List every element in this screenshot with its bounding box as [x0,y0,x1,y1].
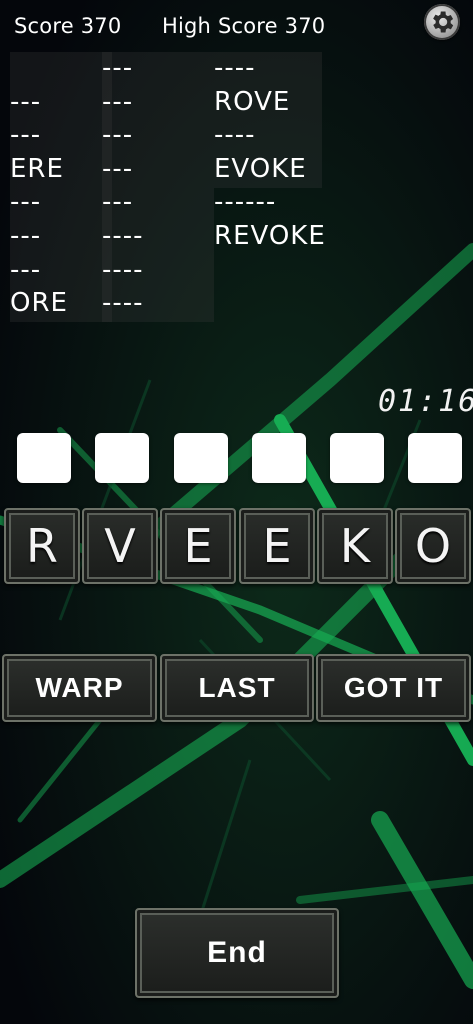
warp-button[interactable]: WARP [2,654,157,722]
word-slot: EVOKE [214,153,307,184]
word-column-2: --- --- --- --- --- ---- ---- ---- [102,52,214,322]
countdown-timer: 01:16 [378,384,473,419]
letter: V [104,519,136,573]
letter-tile[interactable]: V [82,508,158,584]
got-it-button[interactable]: GOT IT [316,654,471,722]
gear-icon [433,11,454,33]
word-slot: ---- [214,53,256,83]
letter: R [26,519,58,573]
word-slot: ORE [10,288,68,319]
answer-slot[interactable] [174,433,228,483]
letter-tile[interactable]: R [4,508,80,584]
word-slot: ---- [102,220,144,251]
word-slot: ROVE [214,86,291,117]
word-slot: --- [10,220,42,251]
word-slot: ---- [102,254,144,285]
letter: K [339,519,371,573]
letter: O [414,519,452,573]
letter-tile[interactable]: E [239,508,315,584]
score-label: Score 370 [14,14,122,38]
settings-button[interactable] [424,4,460,40]
word-slot: --- [10,120,42,151]
word-slot: REVOKE [214,220,326,251]
answer-slot[interactable] [95,433,149,483]
word-slot: --- [102,86,134,117]
word-slot: --- [102,120,134,151]
word-column-1: --- --- ERE --- --- --- ORE [10,52,112,322]
word-slot: --- [10,254,42,285]
answer-slot[interactable] [252,433,306,483]
word-slot: --- [102,53,134,83]
word-slot: ERE [10,153,64,184]
end-button[interactable]: End [135,908,339,998]
answer-slot[interactable] [330,433,384,483]
word-slot: --- [10,86,42,117]
word-slot: --- [102,153,134,184]
word-slot: --- [10,187,42,218]
word-column-3: ---- ROVE ---- EVOKE ------ REVOKE [214,52,325,251]
word-slot: ---- [102,288,144,319]
word-slot: --- [102,187,134,218]
answer-slot[interactable] [17,433,71,483]
letter-tile[interactable]: K [317,508,393,584]
letter-tile[interactable]: E [160,508,236,584]
answer-slot[interactable] [408,433,462,483]
word-slot [10,52,112,86]
letter: E [262,519,292,573]
word-slot: ------ [214,187,277,218]
last-button[interactable]: LAST [160,654,314,722]
word-slot: ---- [214,120,256,151]
high-score-label: High Score 370 [162,14,326,38]
letter: E [183,519,213,573]
letter-tile[interactable]: O [395,508,471,584]
